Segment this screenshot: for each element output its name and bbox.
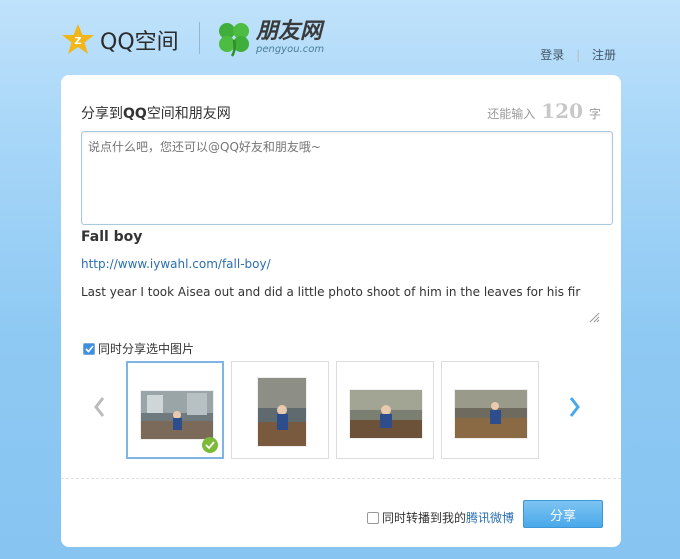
thumbnail-3[interactable]: [336, 361, 434, 459]
page-header: Z QQ空间 朋友网 pengyou.com 登录 | 注册: [0, 0, 680, 75]
checkmark-icon: [84, 344, 94, 353]
thumbnail-image: [349, 389, 423, 439]
post-description[interactable]: Last year I took Aisea out and did a lit…: [81, 285, 581, 299]
title-bold: QQ: [123, 106, 147, 122]
post-url-link[interactable]: http://www.iywahl.com/fall-boy/: [81, 257, 271, 271]
repost-label: 同时转播到我的: [382, 511, 467, 525]
counter-prefix: 还能输入: [487, 107, 536, 121]
svg-text:Z: Z: [74, 36, 81, 47]
tencent-weibo-link[interactable]: 腾讯微博: [466, 509, 514, 526]
counter-value: 120: [541, 99, 583, 123]
next-image-button[interactable]: [567, 393, 583, 421]
login-link[interactable]: 登录: [540, 48, 564, 62]
pengyou-logo[interactable]: 朋友网 pengyou.com: [214, 18, 324, 58]
thumbnail-image: [454, 389, 528, 439]
comment-box[interactable]: [81, 131, 613, 225]
thumbnail-2[interactable]: [231, 361, 329, 459]
title-suffix: 空间和朋友网: [146, 106, 231, 122]
qzone-logo-text: QQ空间: [100, 30, 179, 55]
repost-option[interactable]: 同时转播到我的 腾讯微博: [367, 509, 514, 526]
share-dialog: 分享到QQ空间和朋友网 还能输入 120 字 Fall boy http://w…: [61, 75, 621, 547]
char-counter: 还能输入 120 字: [487, 99, 601, 123]
comment-input[interactable]: [88, 138, 606, 218]
logo-divider: [199, 22, 200, 54]
thumbnail-4[interactable]: [441, 361, 539, 459]
check-circle-icon: [202, 437, 218, 453]
resize-grip-icon[interactable]: [588, 311, 600, 323]
thumbnail-image: [140, 390, 214, 440]
chevron-left-icon: [94, 397, 105, 417]
repost-checkbox[interactable]: [367, 511, 379, 524]
counter-suffix: 字: [588, 107, 601, 121]
account-links: 登录 | 注册: [540, 46, 616, 63]
dialog-title: 分享到QQ空间和朋友网: [81, 103, 231, 123]
share-images-label: 同时分享选中图片: [98, 342, 195, 356]
title-prefix: 分享到: [81, 106, 123, 122]
prev-image-button[interactable]: [91, 393, 107, 421]
share-images-checkbox[interactable]: [83, 342, 95, 355]
share-button[interactable]: 分享: [523, 500, 603, 528]
qzone-logo[interactable]: Z QQ空间: [60, 20, 179, 60]
post-title: Fall boy: [81, 229, 143, 245]
section-divider: [61, 478, 621, 479]
thumbnail-1[interactable]: [126, 361, 224, 459]
pengyou-logo-text: 朋友网: [256, 19, 323, 44]
thumbnail-image: [257, 377, 307, 447]
qzone-star-icon: Z: [62, 24, 94, 54]
pengyou-logo-subtext: pengyou.com: [256, 44, 325, 55]
link-separator: |: [576, 48, 581, 62]
chevron-right-icon: [569, 397, 580, 417]
share-images-option[interactable]: 同时分享选中图片: [83, 340, 194, 357]
register-link[interactable]: 注册: [592, 48, 616, 62]
clover-icon: [219, 23, 249, 57]
